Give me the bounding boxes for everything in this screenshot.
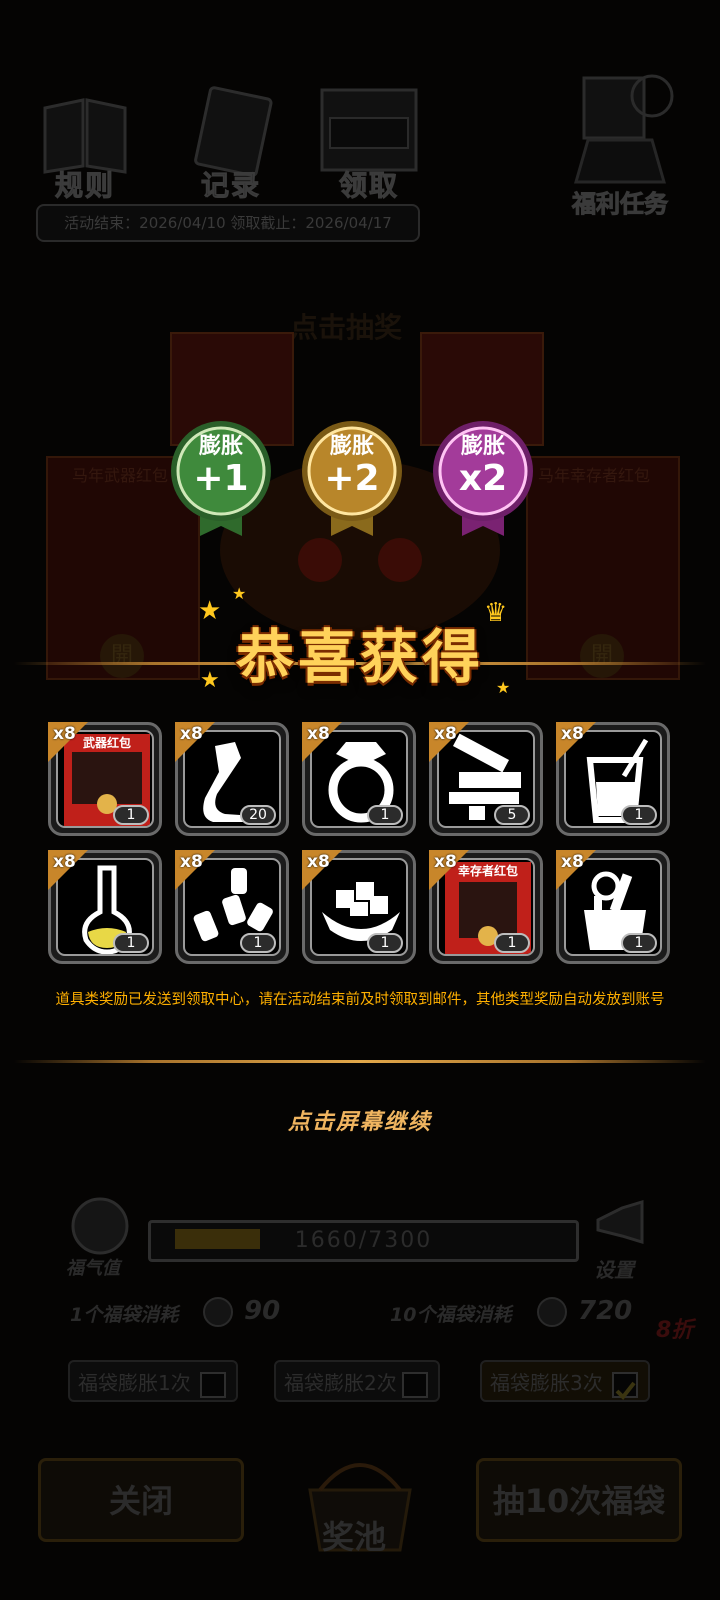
expand-plus2-badge: 膨胀 +2 bbox=[297, 418, 407, 538]
reward-item-ring[interactable]: x8 1 bbox=[302, 722, 416, 836]
reward-item-survivor-envelope[interactable]: 幸存者红包 x8 1 bbox=[429, 850, 543, 964]
draw-ten-button[interactable]: 抽10次福袋 bbox=[476, 1458, 682, 1542]
records-button[interactable]: 记录 bbox=[176, 78, 286, 203]
checkbox-label: 福袋膨胀1次 bbox=[78, 1371, 191, 1395]
item-count: 1 bbox=[621, 805, 657, 825]
close-button[interactable]: 关闭 bbox=[38, 1458, 244, 1542]
target-icon bbox=[574, 74, 674, 184]
reward-item-potion[interactable]: x8 1 bbox=[48, 850, 162, 964]
item-multiplier: x8 bbox=[53, 852, 76, 872]
cost-one-value: 90 bbox=[244, 1296, 281, 1326]
check-icon bbox=[615, 1381, 636, 1401]
item-count: 5 bbox=[494, 805, 530, 825]
welfare-tasks-label: 福利任务 bbox=[572, 190, 669, 219]
draw-title: 点击抽奖 bbox=[290, 311, 403, 344]
star-icon: ★ bbox=[232, 584, 247, 603]
item-multiplier: x8 bbox=[434, 724, 457, 744]
item-multiplier: x8 bbox=[561, 852, 584, 872]
congrats-title: 恭喜获得 bbox=[235, 623, 484, 691]
item-count: 1 bbox=[494, 933, 530, 953]
prize-pool-label[interactable]: 奖池 bbox=[322, 1512, 386, 1558]
item-multiplier: x8 bbox=[561, 724, 584, 744]
weapon-envelope-title: 马年武器红包 bbox=[72, 466, 169, 485]
item-count: 1 bbox=[367, 933, 403, 953]
reward-item-drink[interactable]: x8 1 bbox=[556, 722, 670, 836]
badge-value: x2 bbox=[458, 458, 508, 499]
item-multiplier: x8 bbox=[53, 724, 76, 744]
item-multiplier: x8 bbox=[307, 724, 330, 744]
item-count: 1 bbox=[621, 933, 657, 953]
expand-plus1-badge: 膨胀 +1 bbox=[166, 418, 276, 538]
reward-item-sugar[interactable]: x8 1 bbox=[302, 850, 416, 964]
item-multiplier: x8 bbox=[180, 724, 203, 744]
luck-label: 福气值 bbox=[66, 1258, 120, 1279]
badge-label: 膨胀 bbox=[460, 434, 505, 459]
expand-x2-badge: 膨胀 x2 bbox=[428, 418, 538, 538]
luck-progress-bar: 1660/7300 bbox=[148, 1220, 579, 1262]
reward-notice: 道具类奖励已发送到领取中心，请在活动结束前及时领取到邮件，其他类型奖励自动发放到… bbox=[55, 992, 665, 1008]
item-count: 1 bbox=[367, 805, 403, 825]
cost-one-label: 1个福袋消耗 bbox=[70, 1304, 179, 1326]
item-count: 20 bbox=[240, 805, 276, 825]
mailbox-icon bbox=[320, 88, 418, 172]
cost-ten-value: 720 bbox=[578, 1296, 633, 1326]
settings-button[interactable]: 设置 bbox=[594, 1254, 634, 1283]
item-multiplier: x8 bbox=[434, 852, 457, 872]
badge-label: 膨胀 bbox=[329, 434, 374, 459]
tap-to-continue[interactable]: 点击屏幕继续 bbox=[0, 1104, 720, 1136]
expand-twice-checkbox[interactable]: 福袋膨胀2次 bbox=[274, 1360, 440, 1402]
reward-item-tool-bag[interactable]: x8 1 bbox=[556, 850, 670, 964]
badge-value: +1 bbox=[193, 458, 249, 499]
item-count: 1 bbox=[240, 933, 276, 953]
records-label: 记录 bbox=[200, 169, 261, 203]
expand-thrice-checkbox[interactable]: 福袋膨胀3次 bbox=[480, 1360, 650, 1402]
expand-once-checkbox[interactable]: 福袋膨胀1次 bbox=[68, 1360, 238, 1402]
event-dates: 活动结束：2026/04/10 领取截止：2026/04/17 bbox=[36, 204, 420, 242]
welfare-tasks-button[interactable]: 福利任务 bbox=[560, 70, 680, 219]
rules-button[interactable]: 规则 bbox=[30, 78, 140, 203]
checkbox-label: 福袋膨胀2次 bbox=[284, 1371, 397, 1395]
cost-ten-label: 10个福袋消耗 bbox=[390, 1304, 512, 1326]
luck-coin-icon bbox=[537, 1297, 567, 1327]
checkbox-box[interactable] bbox=[402, 1372, 428, 1398]
luck-coin-icon bbox=[71, 1197, 129, 1255]
checkbox-box[interactable] bbox=[200, 1372, 226, 1398]
reward-item-pills[interactable]: x8 1 bbox=[175, 850, 289, 964]
badge-value: +2 bbox=[324, 458, 380, 499]
claim-button[interactable]: 领取 bbox=[314, 78, 424, 203]
checkbox-box-checked[interactable] bbox=[612, 1372, 638, 1401]
item-multiplier: x8 bbox=[180, 852, 203, 872]
item-count: 1 bbox=[113, 805, 149, 825]
discount-badge: 8折 bbox=[656, 1318, 694, 1343]
reward-item-weapon-parts[interactable]: x8 5 bbox=[429, 722, 543, 836]
reward-item-glue[interactable]: x8 20 bbox=[175, 722, 289, 836]
book-icon bbox=[43, 98, 127, 174]
luck-coin-icon bbox=[203, 1297, 233, 1327]
popup-bottom-divider bbox=[14, 1060, 706, 1063]
checkbox-label: 福袋膨胀3次 bbox=[490, 1371, 603, 1395]
reward-item-weapon-envelope[interactable]: 武器红包 x8 1 bbox=[48, 722, 162, 836]
survivor-envelope-title: 马年幸存者红包 bbox=[538, 466, 651, 485]
badge-label: 膨胀 bbox=[198, 434, 243, 459]
scroll-icon bbox=[194, 86, 273, 177]
item-count: 1 bbox=[113, 933, 149, 953]
megaphone-icon[interactable] bbox=[592, 1198, 652, 1254]
luck-progress-text: 1660/7300 bbox=[294, 1228, 433, 1253]
item-multiplier: x8 bbox=[307, 852, 330, 872]
